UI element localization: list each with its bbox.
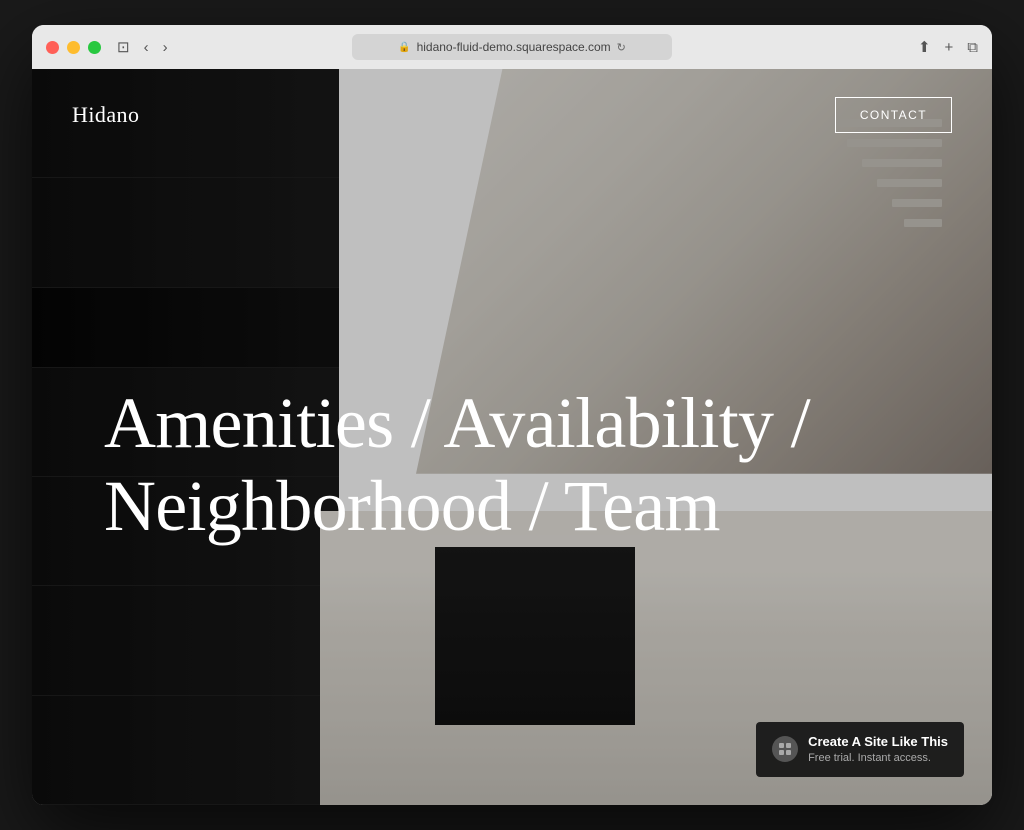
tabs-icon[interactable]: ⧉ — [967, 39, 978, 56]
navigation: Hidano CONTACT — [32, 69, 992, 161]
badge-subtitle: Free trial. Instant access. — [808, 751, 948, 765]
hero-line-2: Neighborhood / Team — [104, 466, 720, 546]
hero-headline: Amenities / Availability / Neighborhood … — [104, 382, 920, 548]
title-bar: ⊡ ‹ › 🔒 hidano-fluid-demo.squarespace.co… — [32, 25, 992, 69]
address-bar[interactable]: 🔒 hidano-fluid-demo.squarespace.com ↻ — [352, 34, 672, 60]
squarespace-badge-text: Create A Site Like This Free trial. Inst… — [808, 734, 948, 765]
site-logo: Hidano — [72, 102, 139, 128]
close-button[interactable] — [46, 41, 59, 54]
nav-controls: ⊡ ‹ › — [117, 40, 168, 55]
mac-window: ⊡ ‹ › 🔒 hidano-fluid-demo.squarespace.co… — [32, 25, 992, 805]
maximize-button[interactable] — [88, 41, 101, 54]
forward-icon[interactable]: › — [163, 40, 168, 55]
hero-text-block: Amenities / Availability / Neighborhood … — [104, 382, 920, 548]
title-bar-right-controls: ⬆ + ⧉ — [918, 38, 978, 56]
contact-button[interactable]: CONTACT — [835, 97, 952, 133]
url-text: hidano-fluid-demo.squarespace.com — [417, 40, 611, 54]
badge-title: Create A Site Like This — [808, 734, 948, 751]
new-tab-icon[interactable]: + — [945, 39, 954, 56]
minimize-button[interactable] — [67, 41, 80, 54]
sidebar-toggle-icon[interactable]: ⊡ — [117, 40, 130, 55]
hero-line-1: Amenities / Availability / — [104, 383, 810, 463]
squarespace-badge[interactable]: Create A Site Like This Free trial. Inst… — [756, 722, 964, 777]
back-icon[interactable]: ‹ — [144, 40, 149, 55]
squarespace-logo-icon — [772, 736, 798, 762]
reload-icon[interactable]: ↻ — [617, 41, 626, 54]
traffic-lights — [46, 41, 101, 54]
lock-icon: 🔒 — [398, 42, 410, 53]
site-content: Hidano CONTACT Amenities / Availability … — [32, 69, 992, 805]
share-icon[interactable]: ⬆ — [918, 38, 931, 56]
